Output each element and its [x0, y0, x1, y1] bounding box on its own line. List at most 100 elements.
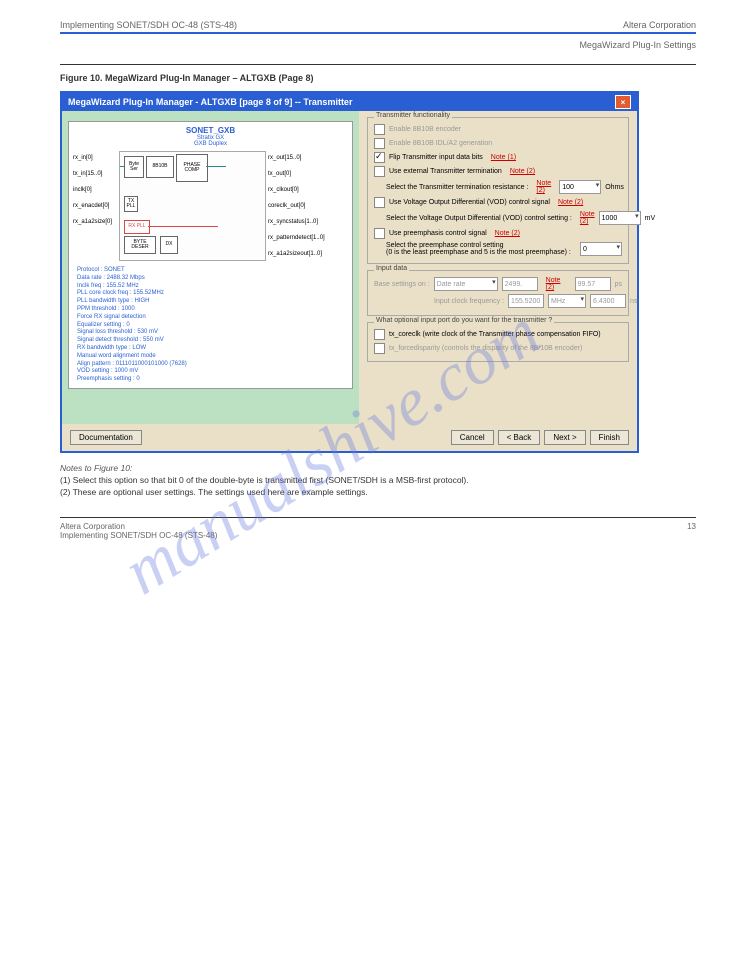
- titlebar: MegaWizard Plug-In Manager - ALTGXB [pag…: [62, 93, 637, 111]
- param-12: Align pattern : 0111011000101000 (7628): [77, 361, 348, 369]
- param-7: Equalizer setting : 0: [77, 322, 348, 330]
- lbl-vod-signal: Use Voltage Output Differential (VOD) co…: [389, 199, 550, 206]
- param-14: Preemphasis setting : 0: [77, 376, 348, 384]
- port-right-2: rx_clkout[0]: [268, 187, 348, 193]
- finish-button[interactable]: Finish: [590, 430, 629, 445]
- param-3: PLL core clock freq : 155.52MHz: [77, 290, 348, 298]
- param-6: Force RX signal detection: [77, 314, 348, 322]
- settings-pane: Transmitter functionality Enable 8B10B e…: [365, 111, 637, 424]
- lbl-preemph-signal: Use preemphasis control signal: [389, 230, 487, 237]
- sel-term-res[interactable]: 100: [559, 180, 601, 194]
- port-left-0: rx_in[0]: [73, 155, 117, 161]
- lbl-txforcedisp: tx_forcedisparity (controls the disparit…: [389, 345, 582, 352]
- param-11: Manual word alignment mode: [77, 353, 348, 361]
- lbl-vod-setting: Select the Voltage Output Differential (…: [386, 215, 572, 222]
- param-0: Protocol : SONET: [77, 267, 348, 275]
- lbl-txcoreclk: tx_coreclk (write clock of the Transmitt…: [389, 331, 601, 338]
- cb-txforcedisp[interactable]: [374, 343, 385, 354]
- port-left-1: tx_in[15..0]: [73, 171, 117, 177]
- port-right-0: rx_out[15..0]: [268, 155, 348, 161]
- param-8: Signal loss threshold : 530 mV: [77, 329, 348, 337]
- note-line-2: (2) These are optional user settings. Th…: [60, 487, 696, 499]
- note-2b: Note (2): [558, 199, 583, 206]
- preview-pane: SONET_GXB Stratix GX GXB Duplex rx_in[0]…: [62, 111, 359, 424]
- lbl-preemph-setting: Select the preemphase control setting (0…: [386, 242, 571, 256]
- preview-title: SONET_GXB: [73, 126, 348, 135]
- cb-preemph-signal[interactable]: [374, 228, 385, 239]
- cb-vod-signal[interactable]: [374, 197, 385, 208]
- param-10: RX bandwidth type : LOW: [77, 345, 348, 353]
- back-button[interactable]: < Back: [498, 430, 541, 445]
- page-header-right: Altera Corporation: [623, 20, 696, 30]
- cb-flip-bits[interactable]: [374, 152, 385, 163]
- unit-ohms: Ohms: [605, 184, 624, 191]
- cb-txcoreclk[interactable]: [374, 329, 385, 340]
- page-header-left: Implementing SONET/SDH OC-48 (STS-48): [60, 20, 237, 30]
- dialog-title: MegaWizard Plug-In Manager - ALTGXB [pag…: [68, 97, 352, 107]
- txt-rate[interactable]: 2499.: [502, 277, 538, 291]
- next-button[interactable]: Next >: [544, 430, 585, 445]
- sel-vod[interactable]: 1000: [599, 211, 641, 225]
- header-rule-black: [60, 64, 696, 65]
- txt-period[interactable]: 6.4300: [590, 294, 626, 308]
- cancel-button[interactable]: Cancel: [451, 430, 494, 445]
- cb-idle-az[interactable]: [374, 138, 385, 149]
- txt-mbps[interactable]: 99.57: [575, 277, 611, 291]
- lbl-term-res: Select the Transmitter termination resis…: [386, 184, 528, 191]
- lbl-ext-term: Use external Transmitter termination: [389, 168, 502, 175]
- page-subheader: MegaWizard Plug-In Settings: [60, 40, 696, 50]
- param-13: VOD setting : 1000 mV: [77, 368, 348, 376]
- figure-caption: Figure 10. MegaWizard Plug-In Manager – …: [60, 73, 696, 83]
- txt-clock[interactable]: 155.5200: [508, 294, 544, 308]
- lbl-base: Base settings on :: [374, 281, 430, 288]
- port-right-4: rx_syncstatus[1..0]: [268, 219, 348, 225]
- header-rule-blue: [60, 32, 696, 34]
- group-input-data-label: Input data: [374, 265, 409, 272]
- footer-right: Altera Corporation: [60, 522, 125, 531]
- button-row: Documentation Cancel < Back Next > Finis…: [62, 424, 637, 451]
- unit-ps: ps: [615, 281, 622, 288]
- port-right-1: tx_out[0]: [268, 171, 348, 177]
- param-9: Signal detect threshold : 550 mV: [77, 337, 348, 345]
- port-left-3: rx_enacdet[0]: [73, 203, 117, 209]
- note-2d: Note (2): [495, 230, 520, 237]
- note-2e: Note (2): [546, 277, 571, 291]
- block-diagram: rx_in[0] tx_in[15..0] inclk[0] rx_enacde…: [73, 151, 348, 261]
- group-tx-functionality-label: Transmitter functionality: [374, 112, 452, 119]
- note-2c: Note (2): [580, 211, 595, 225]
- unit-ns: ns: [630, 298, 637, 305]
- port-right-6: rx_a1a2sizeout[1..0]: [268, 251, 348, 257]
- param-list: Protocol : SONET Data rate : 2488.32 Mbp…: [73, 267, 348, 384]
- lbl-clock-freq: Input clock frequency :: [434, 298, 504, 305]
- sel-preemph[interactable]: 0: [580, 242, 622, 256]
- port-right-3: coreclk_out[0]: [268, 203, 348, 209]
- close-icon[interactable]: ×: [615, 95, 631, 109]
- param-2: Inclk freq : 155.52 MHz: [77, 283, 348, 291]
- note-1: Note (1): [491, 154, 516, 161]
- group-optional-ports: What optional input port do you want for…: [367, 322, 629, 362]
- notes-block: Notes to Figure 10: (1) Select this opti…: [60, 463, 696, 499]
- unit-mv: mV: [645, 215, 656, 222]
- group-optional-label: What optional input port do you want for…: [374, 317, 554, 324]
- page-number: 13: [687, 522, 696, 531]
- group-tx-functionality: Transmitter functionality Enable 8B10B e…: [367, 117, 629, 264]
- lbl-flip-bits: Flip Transmitter input data bits: [389, 154, 483, 161]
- footer-left: Implementing SONET/SDH OC-48 (STS-48): [60, 531, 696, 540]
- lbl-idle-az: Enable 8B10B IDL/A2 generation: [389, 140, 492, 147]
- port-left-2: inclk[0]: [73, 187, 117, 193]
- cb-8b10b[interactable]: [374, 124, 385, 135]
- preview-sub2: GXB Duplex: [73, 141, 348, 147]
- lbl-8b10b: Enable 8B10B encoder: [389, 126, 461, 133]
- sel-clock-unit[interactable]: MHz: [548, 294, 586, 308]
- sel-base[interactable]: Date rate: [434, 277, 498, 291]
- notes-heading: Notes to Figure 10:: [60, 463, 696, 475]
- documentation-button[interactable]: Documentation: [70, 430, 142, 445]
- port-left-4: rx_a1a2size[0]: [73, 219, 117, 225]
- cb-ext-term[interactable]: [374, 166, 385, 177]
- note-line-1: (1) Select this option so that bit 0 of …: [60, 475, 696, 487]
- note-2a: Note (2): [510, 168, 535, 175]
- note-2a2: Note (2): [536, 180, 551, 194]
- group-input-data: Input data Base settings on : Date rate …: [367, 270, 629, 316]
- footer-rule: [60, 517, 696, 518]
- param-1: Data rate : 2488.32 Mbps: [77, 275, 348, 283]
